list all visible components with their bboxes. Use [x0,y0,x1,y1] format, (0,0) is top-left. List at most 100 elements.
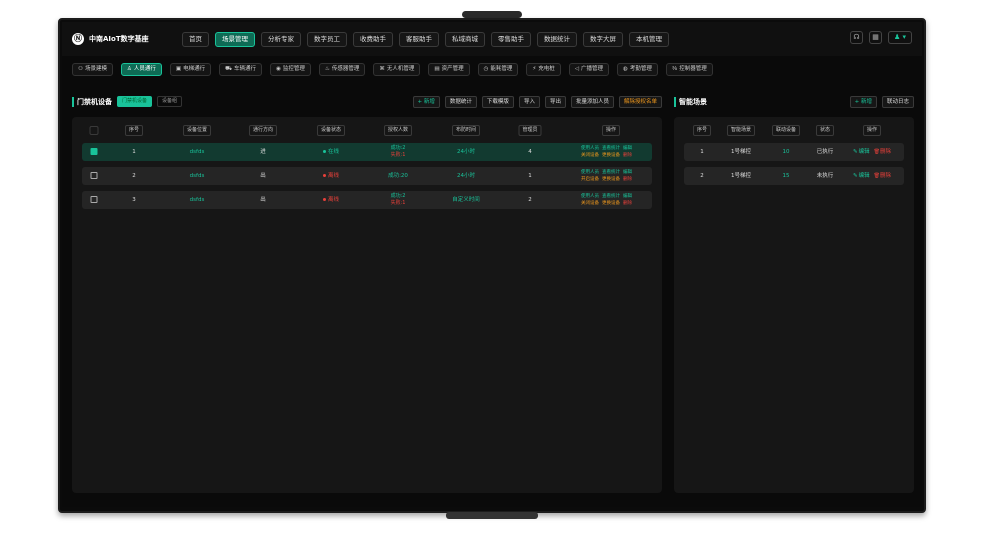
nav-item-8[interactable]: 数据统计 [537,31,577,47]
user-menu-icon[interactable]: ♟ ▾ [888,31,912,44]
replace-device-link[interactable]: 更换设备 [602,177,620,182]
status-text: 离线 [327,173,340,179]
nav-item-0[interactable]: 首页 [182,31,209,47]
row-actions: 使用人员 查看统计 编辑关闭设备 更换设备 删除 [581,193,635,207]
nav-item-4[interactable]: 收费助手 [353,31,393,47]
subnav-item-2[interactable]: ▣ 电梯通行 [169,62,212,76]
device-location: dsfds [189,173,205,179]
nav-item-10[interactable]: 本机管理 [629,31,669,47]
edit-link[interactable]: 编辑 [623,194,632,199]
table-row[interactable]: 1 1号梯控 10 已执行 ✎编辑 🗑删除 [684,143,904,161]
nav-item-6[interactable]: 私域商城 [445,31,485,47]
row-checkbox[interactable] [90,196,98,203]
auth-count: 成功:2 失败:1 [391,145,406,163]
column-header: 操作 [862,125,882,136]
subnav-item-3[interactable]: ⛟ 车辆通行 [219,62,263,76]
nav-item-3[interactable]: 数字员工 [307,31,347,47]
stats-link[interactable]: 查看统计 [602,170,620,175]
subnav-icon: ◉ [276,65,281,72]
replace-device-link[interactable]: 更换设备 [602,201,620,206]
table-row[interactable]: 2 1号梯控 15 未执行 ✎编辑 🗑删除 [684,167,904,185]
users-link[interactable]: 使用人员 [581,170,599,175]
export-button[interactable]: 导出 [544,95,566,108]
nav-item-7[interactable]: 零售助手 [491,31,531,47]
subnav-icon: ⚇ [78,65,83,72]
subnav-label: 场景建模 [84,65,107,72]
status-text: 离线 [327,197,340,203]
row-checkbox[interactable] [90,172,98,179]
nav-item-2[interactable]: 分析专家 [261,31,301,47]
row-actions: 使用人员 查看统计 编辑关闭设备 更换设备 删除 [581,145,635,159]
subnav-icon: ▤ [434,65,440,72]
delete-link[interactable]: 删除 [623,201,632,206]
subnav-icon: ⚡ [532,65,537,72]
stats-link[interactable]: 查看统计 [602,146,620,151]
replace-device-link[interactable]: 更换设备 [602,153,620,158]
top-bar: Ⓝ 中南AIoT数字基座 首页 场景管理 分析专家 数字员工 收费助手 客服助手 私域商城零… [62,22,922,56]
row-number: 1 [700,149,704,155]
device-status: 在线 [322,143,339,161]
subnav-item-9[interactable]: ⚡ 充电桩 [526,62,561,76]
table-row[interactable]: 1 dsfds 进 在线 成功:2 失败:1 24小时 4 使用人员 查看统计 编辑 关闭设备 更换设备… [82,143,652,161]
subnav-item-7[interactable]: ▤ 资产管理 [428,62,470,76]
scene-edit-link[interactable]: 编辑 [859,173,870,179]
app-screen: Ⓝ 中南AIoT数字基座 首页 场景管理 分析专家 数字员工 收费助手 客服助手 私域商城零… [62,22,922,507]
auth-success: 成功:20 [388,173,408,179]
headset-icon[interactable]: ☊ [850,31,863,44]
scene-delete-link[interactable]: 删除 [880,173,891,179]
nav-item-1[interactable]: 场景管理 [215,31,255,47]
admin-count: 2 [528,197,532,203]
subnav-item-5[interactable]: ♨ 传感器管理 [318,62,366,76]
scene-add-button[interactable]: + 新增 [849,95,877,108]
toggle-device-link[interactable]: 开启设备 [581,177,599,182]
edit-link[interactable]: 编辑 [623,170,632,175]
edit-link[interactable]: 编辑 [623,146,632,151]
subnav-item-11[interactable]: ◍ 考勤管理 [617,62,658,76]
subnav-icon: ⌘ [379,65,385,72]
data-stats-button[interactable]: 数据统计 [444,95,477,108]
scene-edit-link[interactable]: 编辑 [859,149,870,155]
subnav-item-12[interactable]: ⅜ 控制器管理 [665,62,713,76]
nav-item-9[interactable]: 数字大屏 [583,31,623,47]
batch-add-people-button[interactable]: 批量添加人员 [570,95,614,108]
subnav-item-0[interactable]: ⚇ 场景建模 [72,62,113,76]
stats-link[interactable]: 查看统计 [602,194,620,199]
users-link[interactable]: 使用人员 [581,194,599,199]
download-template-button[interactable]: 下载模版 [481,95,514,108]
right-panel-title: 智能场景 [674,96,707,107]
right-panel-header: 智能场景 + 新增 联动日志 [674,94,914,109]
subnav-item-8[interactable]: ◷ 能耗管理 [477,62,519,76]
import-button[interactable]: 导入 [518,95,540,108]
toggle-device-link[interactable]: 关闭设备 [581,201,599,206]
pass-direction: 出 [260,197,266,203]
row-checkbox[interactable] [90,148,98,155]
left-panel-title: 门禁机设备 [72,96,112,107]
delete-link[interactable]: 删除 [623,153,632,158]
tab-device-group[interactable]: 设备组 [157,96,183,107]
nav-item-5[interactable]: 客服助手 [399,31,439,47]
subnav-item-1[interactable]: ♙ 人员通行 [120,62,162,76]
table-row[interactable]: 2 dsfds 出 离线 成功:20 24小时 1 使用人员 查看统计 编辑 开启设备 更换设备 删除 [82,167,652,185]
table-row[interactable]: 3 dsfds 出 离线 成功:2 失败:1 自定义时间 2 使用人员 查看统计 编辑 关闭设备 更换设… [82,191,652,209]
column-header: 设备状态 [316,125,346,136]
status-dot [322,150,326,153]
delete-link[interactable]: 删除 [623,177,632,182]
subnav-item-6[interactable]: ⌘ 无人机管理 [373,62,421,76]
select-all-checkbox[interactable] [89,126,99,135]
column-header: 序号 [692,125,712,136]
auth-fail: 失败:1 [390,152,406,158]
subnav-item-10[interactable]: ◁ 广播管理 [568,62,610,76]
tab-door-device[interactable]: 门禁机设备 [117,96,153,107]
subnav-icon: ◷ [483,65,489,72]
subnav-item-4[interactable]: ◉ 监控管理 [270,62,311,76]
linkage-log-button[interactable]: 联动日志 [881,95,914,108]
scene-delete-link[interactable]: 删除 [880,149,891,155]
toggle-device-link[interactable]: 关闭设备 [581,153,599,158]
users-link[interactable]: 使用人员 [581,146,599,151]
auth-success: 成功:2 [390,145,406,151]
defense-time: 自定义时间 [452,197,480,203]
pass-direction: 出 [260,173,266,179]
app-icon[interactable]: ▦ [869,31,882,44]
add-button[interactable]: + 新增 [412,95,440,108]
revoke-authorization-button[interactable]: 解除授权名单 [618,95,662,108]
